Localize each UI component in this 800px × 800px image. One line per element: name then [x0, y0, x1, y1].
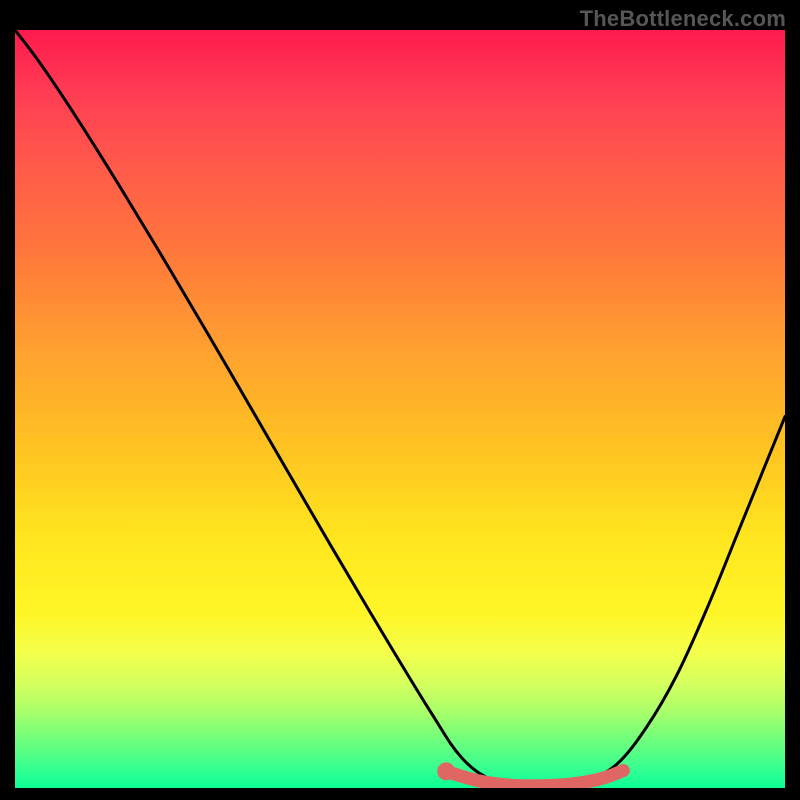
highlight-marker	[437, 762, 455, 780]
plot-area	[15, 30, 785, 788]
chart-container: TheBottleneck.com	[0, 0, 800, 800]
highlight-segment	[446, 771, 623, 786]
chart-svg	[15, 30, 785, 788]
watermark-text: TheBottleneck.com	[580, 6, 786, 32]
bottleneck-curve	[15, 30, 785, 788]
